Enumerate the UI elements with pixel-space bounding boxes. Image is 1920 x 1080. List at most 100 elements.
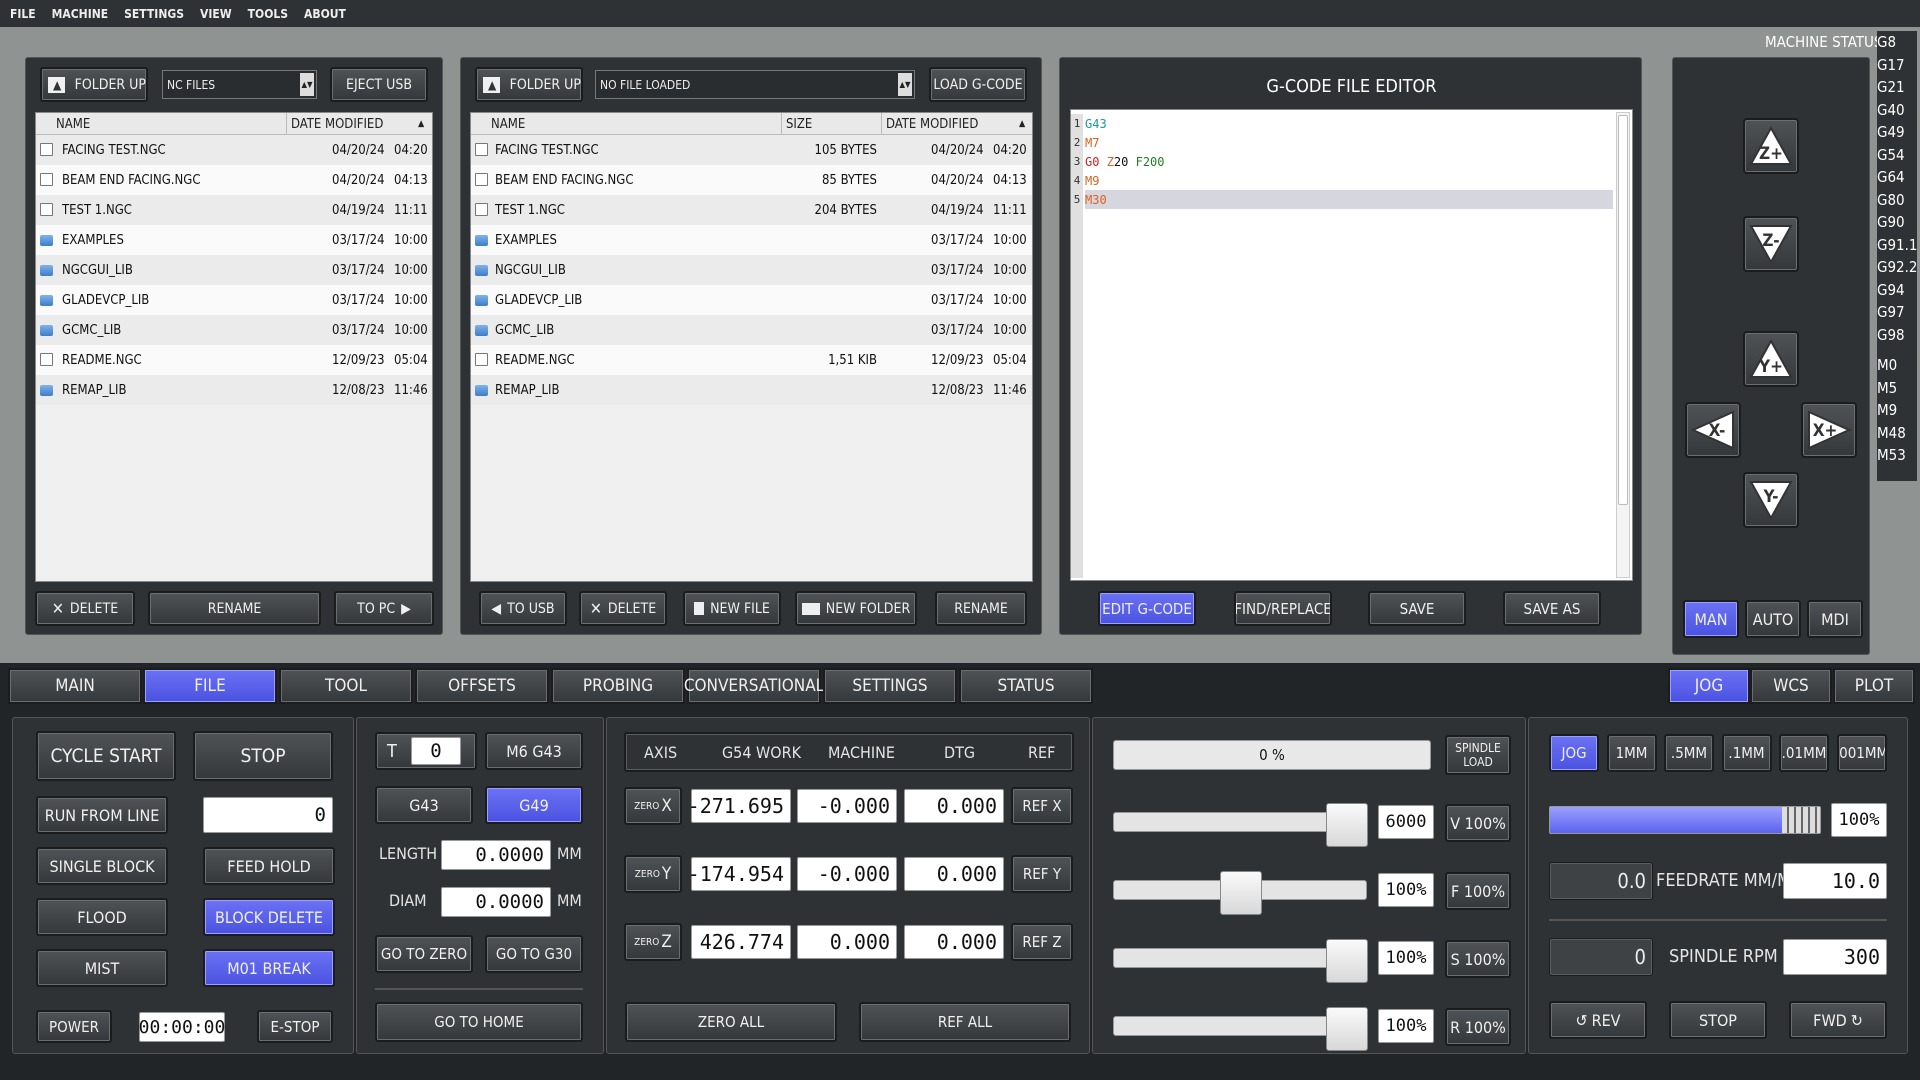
ref-z-button[interactable]: REF Z	[1011, 923, 1073, 961]
spindle-stop-button[interactable]: STOP	[1669, 1001, 1767, 1039]
tab-wcs[interactable]: WCS	[1750, 668, 1832, 704]
m6-g43-button[interactable]: M6 G43	[485, 732, 583, 770]
e-stop-button[interactable]: E-STOP	[257, 1010, 333, 1043]
length-input[interactable]: 0.0000	[441, 840, 551, 870]
man-mode-button[interactable]: MAN	[1683, 600, 1739, 638]
zero-z-button[interactable]: ZERO Z	[624, 923, 682, 961]
menu-settings[interactable]: SETTINGS	[124, 7, 184, 21]
list-item[interactable]: README.NGC 1,51 KIB 12/09/23 05:04	[471, 345, 1032, 375]
list-item[interactable]: GCMC_LIB 03/17/24 10:00	[36, 315, 432, 345]
m01-break-button[interactable]: M01 BREAK	[203, 949, 335, 987]
override-slider[interactable]	[1113, 1007, 1368, 1051]
loaded-file-combo[interactable]: NO FILE LOADED ▲▼	[595, 70, 915, 99]
code-line[interactable]: M30	[1085, 190, 1613, 209]
slider-handle[interactable]	[1326, 1007, 1368, 1051]
tab-conversational[interactable]: CONVERSATIONAL	[684, 668, 824, 704]
slider-handle[interactable]	[1326, 803, 1368, 847]
ref-x-button[interactable]: REF X	[1011, 787, 1073, 825]
list-item[interactable]: EXAMPLES 03/17/24 10:00	[471, 225, 1032, 255]
menu-about[interactable]: ABOUT	[304, 7, 346, 21]
new-file-button[interactable]: NEW FILE	[683, 591, 781, 626]
menu-view[interactable]: VIEW	[200, 7, 232, 21]
stop-button[interactable]: STOP	[193, 731, 333, 781]
g49-button[interactable]: G49	[485, 786, 583, 824]
code-line[interactable]: M9	[1085, 171, 1613, 190]
list-item[interactable]: NGCGUI_LIB 03/17/24 10:00	[36, 255, 432, 285]
load-gcode-button[interactable]: LOAD G-CODE	[929, 67, 1027, 102]
override-reset-button[interactable]: S 100%	[1445, 940, 1511, 978]
tab-tool[interactable]: TOOL	[279, 668, 413, 704]
jog-z-minus-button[interactable]: Z-	[1743, 216, 1799, 272]
flood-button[interactable]: FLOOD	[36, 898, 168, 936]
jog-increment-button[interactable]: .01MM	[1779, 734, 1829, 772]
override-slider[interactable]	[1113, 939, 1368, 983]
list-item[interactable]: TEST 1.NGC 204 BYTES 04/19/24 11:11	[471, 195, 1032, 225]
code-line[interactable]: M7	[1085, 133, 1613, 152]
list-item[interactable]: REMAP_LIB 12/08/23 11:46	[471, 375, 1032, 405]
mdi-mode-button[interactable]: MDI	[1807, 600, 1863, 638]
delete-button-2[interactable]: ✕ DELETE	[579, 591, 667, 626]
delete-button[interactable]: ✕ DELETE	[35, 591, 135, 626]
code-line[interactable]: G43	[1085, 114, 1613, 133]
to-usb-button[interactable]: ◀ TO USB	[479, 591, 567, 626]
local-file-list[interactable]: NAME DATE MODIFIED ▲ FACING TEST.NGC 04/2…	[35, 112, 433, 582]
rename-button-2[interactable]: RENAME	[935, 591, 1027, 626]
jog-increment-button[interactable]: JOG	[1549, 734, 1599, 772]
eject-usb-button[interactable]: EJECT USB	[330, 67, 428, 102]
spindle-fwd-button[interactable]: FWD ↻	[1789, 1001, 1887, 1039]
ref-all-button[interactable]: REF ALL	[859, 1002, 1071, 1042]
tab-jog[interactable]: JOG	[1668, 668, 1750, 704]
edit-gcode-button[interactable]: EDIT G-CODE	[1098, 591, 1196, 626]
feed-hold-button[interactable]: FEED HOLD	[203, 847, 335, 885]
zero-y-button[interactable]: ZERO Y	[624, 855, 682, 893]
folder-combo[interactable]: NC FILES ▲▼	[162, 70, 317, 99]
jog-increment-button[interactable]: 1MM	[1606, 734, 1657, 772]
go-to-zero-button[interactable]: GO TO ZERO	[375, 935, 473, 973]
single-block-button[interactable]: SINGLE BLOCK	[36, 847, 168, 885]
menu-file[interactable]: FILE	[10, 7, 36, 21]
machine-file-list[interactable]: NAME SIZE DATE MODIFIED ▲ FACING TEST.NG…	[470, 112, 1033, 582]
mist-button[interactable]: MIST	[36, 949, 168, 987]
slider-handle[interactable]	[1326, 939, 1368, 983]
block-delete-button[interactable]: BLOCK DELETE	[203, 898, 335, 936]
power-button[interactable]: POWER	[36, 1010, 112, 1043]
list-item[interactable]: GLADEVCP_LIB 03/17/24 10:00	[36, 285, 432, 315]
editor-scrollbar[interactable]	[1616, 112, 1630, 578]
run-from-line-input[interactable]: 0	[203, 797, 333, 833]
jog-increment-button[interactable]: .001MM	[1836, 734, 1887, 772]
go-to-g30-button[interactable]: GO TO G30	[485, 935, 583, 973]
override-reset-button[interactable]: F 100%	[1445, 872, 1511, 910]
feedrate-input[interactable]: 10.0	[1783, 863, 1887, 899]
jog-increment-button[interactable]: .1MM	[1721, 734, 1772, 772]
tab-offsets[interactable]: OFFSETS	[415, 668, 549, 704]
list-item[interactable]: REMAP_LIB 12/08/23 11:46	[36, 375, 432, 405]
diam-input[interactable]: 0.0000	[441, 887, 551, 917]
jog-y-plus-button[interactable]: Y+	[1743, 331, 1799, 387]
jog-x-minus-button[interactable]: X-	[1685, 402, 1741, 458]
tab-probing[interactable]: PROBING	[551, 668, 685, 704]
override-slider[interactable]	[1113, 871, 1367, 915]
spindle-rev-button[interactable]: ↺ REV	[1549, 1001, 1647, 1039]
jog-y-minus-button[interactable]: Y-	[1743, 472, 1799, 528]
folder-up-button[interactable]: ▲ FOLDER UP	[40, 67, 148, 102]
override-reset-button[interactable]: R 100%	[1445, 1008, 1511, 1046]
tool-number-input[interactable]: 0	[411, 737, 461, 765]
override-reset-button[interactable]: V 100%	[1445, 804, 1511, 842]
list-item[interactable]: README.NGC 12/09/23 05:04	[36, 345, 432, 375]
tab-file[interactable]: FILE	[143, 668, 277, 704]
to-pc-button[interactable]: TO PC ▶	[334, 591, 434, 626]
code-line[interactable]: G0 Z 20 F200	[1085, 152, 1613, 171]
g43-button[interactable]: G43	[375, 786, 473, 824]
rename-button[interactable]: RENAME	[148, 591, 321, 626]
menu-tools[interactable]: TOOLS	[248, 7, 288, 21]
jog-x-plus-button[interactable]: X+	[1801, 402, 1857, 458]
slider-handle[interactable]	[1782, 807, 1820, 833]
jog-increment-button[interactable]: .5MM	[1664, 734, 1714, 772]
find-replace-button[interactable]: FIND/REPLACE	[1234, 591, 1332, 626]
go-to-home-button[interactable]: GO TO HOME	[375, 1002, 583, 1042]
list-item[interactable]: FACING TEST.NGC 105 BYTES 04/20/24 04:20	[471, 135, 1032, 165]
save-as-button[interactable]: SAVE AS	[1503, 591, 1601, 626]
folder-up-button-2[interactable]: ▲ FOLDER UP	[475, 67, 583, 102]
slider-handle[interactable]	[1220, 871, 1262, 915]
zero-all-button[interactable]: ZERO ALL	[625, 1002, 837, 1042]
